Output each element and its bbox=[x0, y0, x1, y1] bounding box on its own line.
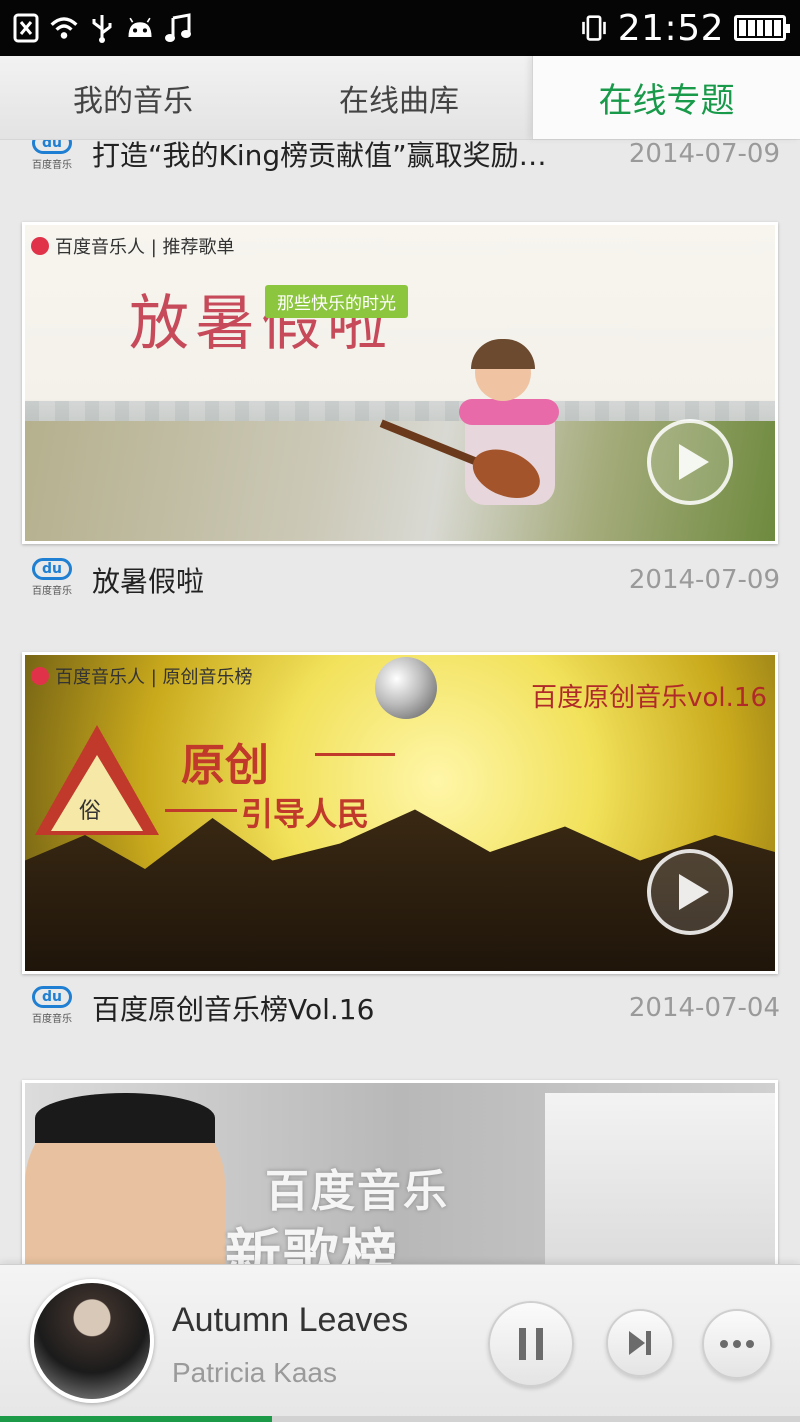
battery-icon bbox=[734, 15, 790, 41]
music-note-icon bbox=[164, 13, 192, 43]
banner-series: 百度原创音乐vol.16 bbox=[531, 683, 767, 713]
topic-card-summer[interactable]: 百度音乐人 | 推荐歌单 放暑假啦 那些快乐的时光 bbox=[22, 222, 778, 544]
song-artist: Patricia Kaas bbox=[172, 1357, 337, 1388]
item-date: 2014-07-04 bbox=[628, 993, 780, 1023]
wifi-icon bbox=[50, 13, 78, 43]
topic-banner[interactable]: 百度音乐人 | 推荐歌单 放暑假啦 那些快乐的时光 bbox=[22, 222, 778, 544]
banner-headline: 原创 bbox=[181, 740, 269, 791]
item-date: 2014-07-09 bbox=[628, 565, 780, 595]
play-icon[interactable] bbox=[647, 419, 733, 505]
banner-subheadline: 新歌榜 bbox=[225, 1224, 399, 1264]
progress-fill bbox=[0, 1416, 272, 1422]
play-icon[interactable] bbox=[647, 849, 733, 935]
album-art[interactable] bbox=[30, 1279, 154, 1403]
clock: 21:52 bbox=[617, 7, 724, 49]
more-button[interactable] bbox=[702, 1309, 772, 1379]
pause-button[interactable] bbox=[488, 1301, 574, 1387]
song-title: Autumn Leaves bbox=[172, 1301, 409, 1339]
list-item-partial[interactable]: du 百度音乐 打造“我的King榜贡献值”赢取奖励… 2014-07-09 bbox=[0, 140, 800, 184]
baidu-logo-icon bbox=[31, 237, 49, 255]
tab-bar: 我的音乐 在线曲库 在线专题 bbox=[0, 56, 800, 140]
baidu-logo-icon bbox=[31, 667, 49, 685]
banner-brand-tag: 百度音乐人 | 推荐歌单 bbox=[31, 233, 235, 259]
playback-progress[interactable] bbox=[0, 1416, 800, 1422]
mini-player[interactable]: Autumn Leaves Patricia Kaas bbox=[0, 1264, 800, 1422]
tab-online-topics[interactable]: 在线专题 bbox=[532, 56, 800, 139]
banner-headline: 百度音乐 bbox=[265, 1166, 449, 1217]
next-button[interactable] bbox=[606, 1309, 674, 1377]
banner-brand-tag: 百度音乐人 | 原创音乐榜 bbox=[31, 663, 253, 689]
status-icons-left bbox=[12, 13, 192, 43]
list-item-meta[interactable]: du 百度音乐 放暑假啦 2014-07-09 bbox=[0, 550, 800, 610]
usb-icon bbox=[88, 13, 116, 43]
baidu-music-logo: du 百度音乐 bbox=[30, 140, 74, 176]
child-illustration bbox=[455, 339, 565, 535]
topic-card-original[interactable]: 俗 百度音乐人 | 原创音乐榜 原创 引导人民 百度原创音乐vol.16 bbox=[22, 652, 778, 974]
banner-subheadline: 引导人民 bbox=[241, 795, 370, 833]
disco-ball-icon bbox=[375, 657, 437, 719]
item-title: 放暑假啦 bbox=[92, 565, 205, 598]
item-title: 百度原创音乐榜Vol.16 bbox=[92, 993, 375, 1026]
item-date: 2014-07-09 bbox=[628, 140, 780, 169]
tab-online-library[interactable]: 在线曲库 bbox=[266, 56, 532, 139]
topic-card-new-songs[interactable]: 百度音乐 新歌榜 bbox=[22, 1080, 778, 1264]
topic-list[interactable]: du 百度音乐 打造“我的King榜贡献值”赢取奖励… 2014-07-09 百… bbox=[0, 140, 800, 1264]
status-icons-right: 21:52 bbox=[580, 7, 790, 49]
status-bar: 21:52 bbox=[0, 0, 800, 56]
baidu-music-logo: du 百度音乐 bbox=[30, 558, 74, 602]
sim-missing-icon bbox=[12, 13, 40, 43]
vibrate-icon bbox=[580, 13, 608, 43]
baidu-music-logo: du 百度音乐 bbox=[30, 986, 74, 1030]
banner-ribbon: 那些快乐的时光 bbox=[265, 285, 408, 318]
pause-icon bbox=[519, 1328, 543, 1360]
singer-photo-right bbox=[545, 1093, 775, 1264]
topic-banner[interactable]: 百度音乐 新歌榜 bbox=[22, 1080, 778, 1264]
android-icon bbox=[126, 13, 154, 43]
item-title: 打造“我的King榜贡献值”赢取奖励… bbox=[92, 140, 547, 172]
tab-my-music[interactable]: 我的音乐 bbox=[0, 56, 266, 139]
sign-text: 俗 bbox=[79, 799, 102, 824]
skip-next-icon bbox=[629, 1331, 651, 1355]
list-item-meta[interactable]: du 百度音乐 百度原创音乐榜Vol.16 2014-07-04 bbox=[0, 978, 800, 1038]
more-icon bbox=[720, 1340, 754, 1348]
topic-banner[interactable]: 俗 百度音乐人 | 原创音乐榜 原创 引导人民 百度原创音乐vol.16 bbox=[22, 652, 778, 974]
